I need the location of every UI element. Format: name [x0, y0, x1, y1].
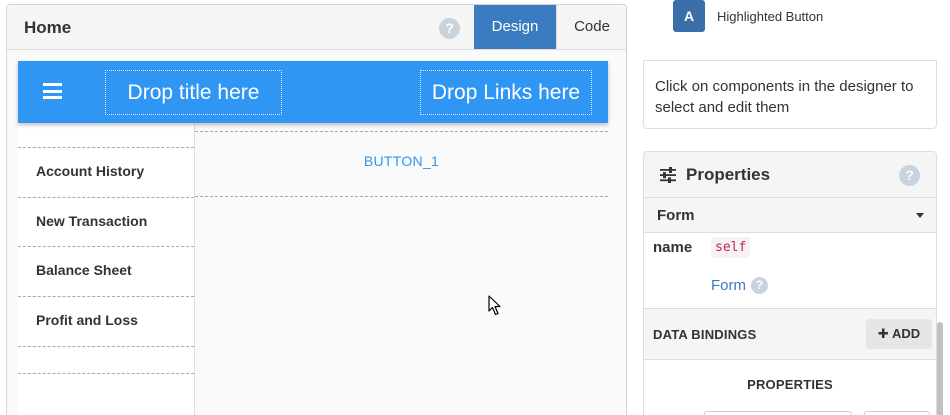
highlighted-button-component-label[interactable]: Highlighted Button — [717, 9, 823, 24]
sidebar-item-new-transaction[interactable]: New Transaction — [18, 197, 194, 246]
mouse-cursor-icon — [488, 295, 501, 316]
add-binding-button[interactable]: ✚ ADD — [866, 319, 932, 349]
property-field[interactable] — [864, 411, 930, 415]
sliders-icon — [660, 167, 676, 183]
drop-links-zone[interactable]: Drop Links here — [420, 70, 592, 115]
sidebar-item-profit-and-loss[interactable]: Profit and Loss — [18, 296, 194, 345]
hamburger-menu-icon[interactable] — [43, 83, 62, 99]
data-bindings-label: DATA BINDINGS — [653, 327, 757, 342]
data-bindings-row: DATA BINDINGS ✚ ADD — [644, 308, 936, 360]
properties-heading: PROPERTIES — [747, 377, 833, 392]
properties-scrollbar[interactable] — [937, 322, 943, 415]
properties-title: Properties — [686, 165, 771, 184]
content-area[interactable]: BUTTON_1 — [195, 123, 608, 415]
info-box: Click on components in the designer to s… — [643, 60, 937, 129]
form-title: Home — [24, 18, 72, 37]
tab-design[interactable]: Design — [474, 5, 556, 49]
help-icon[interactable]: ? — [751, 277, 768, 294]
sidebar-divider — [18, 373, 194, 374]
tab-code[interactable]: Code — [556, 5, 626, 49]
content-divider — [195, 196, 608, 197]
drop-title-zone[interactable]: Drop title here — [105, 70, 282, 115]
designer-panel: Home ? Design Code Drop title here Drop … — [6, 4, 627, 415]
sidebar-item-account-history[interactable]: Account History — [18, 147, 194, 196]
content-divider — [195, 131, 608, 132]
help-icon[interactable]: ? — [899, 165, 920, 186]
properties-header: Properties ? — [644, 152, 936, 198]
property-field[interactable] — [704, 411, 852, 415]
sidebar: Account History New Transaction Balance … — [18, 123, 195, 415]
form-section-toggle[interactable]: Form — [644, 198, 936, 233]
help-icon[interactable]: ? — [439, 18, 460, 39]
form-section-label: Form — [657, 207, 695, 224]
caret-down-icon[interactable] — [916, 213, 924, 218]
highlighted-button-component-icon[interactable]: A — [673, 0, 705, 32]
form-type-link[interactable]: Form — [711, 277, 746, 294]
add-label: ADD — [891, 326, 921, 341]
plus-icon: ✚ — [877, 326, 889, 341]
name-value: self — [711, 237, 751, 258]
button-1[interactable]: BUTTON_1 — [195, 153, 608, 169]
app-bar[interactable]: Drop title here Drop Links here — [18, 61, 608, 123]
sidebar-item-balance-sheet[interactable]: Balance Sheet — [18, 246, 194, 295]
designer-header: Home ? Design Code — [7, 5, 626, 50]
design-canvas[interactable]: Drop title here Drop Links here Account … — [18, 61, 608, 415]
sidebar-empty-slot[interactable] — [18, 346, 194, 372]
properties-panel: Properties ? Form name self Form ? DATA … — [643, 151, 937, 415]
info-text: Click on components in the designer to s… — [655, 78, 914, 116]
name-label: name — [653, 239, 693, 256]
component-palette: A Highlighted Button — [643, 0, 937, 56]
